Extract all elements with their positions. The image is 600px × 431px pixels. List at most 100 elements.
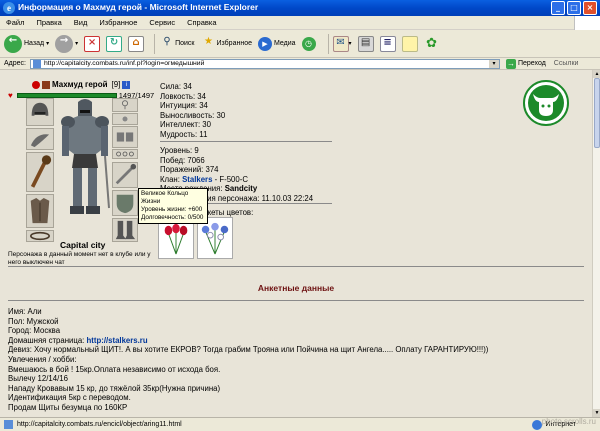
messenger-button[interactable]: ✿: [424, 36, 440, 52]
back-label: Назад: [24, 40, 45, 47]
weapon-slot[interactable]: [26, 152, 54, 192]
knight-figure: [61, 99, 110, 214]
menu-favorites[interactable]: Избранное: [99, 18, 137, 27]
home-button[interactable]: ⌂: [128, 35, 145, 52]
toolbar: ← Назад ▾ → ▾ × ↻ ⌂ ⚲ Поиск ★ Избранное …: [0, 30, 600, 58]
amulet-slot[interactable]: [112, 113, 138, 125]
window-title: Информация о Махмуд герой - Microsoft In…: [18, 2, 259, 12]
ring-slots[interactable]: [112, 149, 138, 159]
profile-hobby-line: Нападу Кровавым 15 кр, до тяжёлой 35кр(Н…: [8, 383, 221, 393]
menu-edit[interactable]: Правка: [36, 18, 61, 27]
go-button[interactable]: → Переход: [505, 58, 546, 69]
scroll-up-icon[interactable]: ▲: [593, 70, 600, 78]
clan-label: Клан:: [160, 174, 183, 184]
stats-list: Сила: 34 Ловкость: 34 Интуиция: 34 Вынос…: [160, 82, 225, 139]
belt-slot[interactable]: [26, 230, 54, 242]
discuss-button[interactable]: [401, 35, 418, 52]
toolbar-separator: [154, 33, 156, 54]
earring-slot[interactable]: [112, 98, 138, 112]
bouquet-flowers-icon: [201, 222, 229, 255]
bracer-slot[interactable]: [26, 128, 54, 150]
alignment-emblem-icon: [523, 80, 569, 126]
menu-file[interactable]: Файл: [6, 18, 24, 27]
online-status-note: Персонажа в данный момент нет в клубе ил…: [8, 251, 151, 266]
vertical-scrollbar[interactable]: ▲ ▼: [592, 70, 600, 417]
helmet-slot[interactable]: [26, 98, 54, 126]
favorites-button[interactable]: ★ Избранное: [201, 36, 252, 52]
character-name: Махмуд герой: [52, 80, 108, 89]
address-input[interactable]: http://capitalcity.combats.ru/inf.pl?log…: [29, 58, 500, 69]
scroll-down-icon[interactable]: ▼: [593, 409, 600, 417]
earring-icon: [122, 100, 128, 110]
tooltip-item-name: Великое Кольцо Жизни: [141, 190, 189, 205]
clan-icon[interactable]: [42, 80, 50, 89]
gloves-slot[interactable]: [112, 126, 138, 148]
stat-endurance: Выносливость: 30: [160, 110, 226, 120]
clan-link[interactable]: Stalkers: [182, 175, 212, 184]
print-button[interactable]: ▤: [357, 35, 374, 52]
forward-button[interactable]: → ▾: [55, 34, 79, 53]
menu-help[interactable]: Справка: [187, 18, 216, 27]
address-url: http://capitalcity.combats.ru/inf.pl?log…: [43, 60, 205, 67]
maximize-button[interactable]: □: [567, 1, 581, 15]
gloves-icon: [116, 132, 134, 142]
history-button[interactable]: ◷: [301, 36, 318, 51]
info-level: Уровень: 9: [160, 146, 199, 155]
windows-flag-icon: [574, 16, 600, 30]
menu-tools[interactable]: Сервис: [149, 18, 175, 27]
minimize-button[interactable]: _: [551, 1, 565, 15]
heart-icon: ♥: [8, 91, 13, 100]
amulet-icon: [122, 116, 128, 122]
birthplace-value: Sandcity: [224, 184, 258, 193]
homepage-label: Домашняя страница:: [8, 335, 87, 345]
watermark: photo.scrolls.ru: [541, 417, 596, 426]
menu-view[interactable]: Вид: [74, 18, 88, 27]
stat-intellect: Интеллект: 30: [160, 120, 211, 129]
links-button[interactable]: Ссылки: [554, 60, 579, 67]
search-icon: ⚲: [163, 35, 171, 47]
go-arrow-icon: →: [505, 58, 516, 69]
stop-button[interactable]: ×: [84, 35, 101, 52]
mail-button[interactable]: ✉ ▾: [332, 35, 352, 52]
page-content: Махмуд герой [9] i ♥ 1497/1497 Capital c…: [0, 70, 592, 417]
star-icon: ★: [204, 35, 213, 47]
page-icon: [32, 59, 41, 68]
armor-slot[interactable]: [26, 194, 54, 228]
info-icon[interactable]: i: [122, 80, 131, 89]
go-label: Переход: [517, 60, 546, 67]
chevron-down-icon: ▾: [348, 41, 352, 47]
equipment-panel: [26, 98, 142, 244]
search-button[interactable]: ⚲ Поиск: [159, 36, 194, 52]
offhand-slot[interactable]: [112, 162, 138, 188]
chevron-down-icon: ▾: [75, 41, 79, 47]
info-clan: Клан: Stalkers - F-500-C: [160, 175, 313, 185]
edit-button[interactable]: ≡: [379, 35, 396, 52]
chevron-down-icon[interactable]: ▾: [488, 59, 499, 68]
profile-hobby-header: Увлечения / хобби:: [8, 354, 77, 364]
window-controls: _ □ ×: [551, 1, 597, 15]
printer-icon: ▤: [357, 35, 374, 52]
messenger-icon: ✿: [426, 35, 437, 51]
profile-gender: Пол: Мужской: [8, 316, 59, 326]
back-button[interactable]: ← Назад ▾: [4, 34, 49, 53]
boots-slot[interactable]: [112, 218, 138, 242]
close-button[interactable]: ×: [583, 1, 597, 15]
profile-hobby-line: Продам Щиты безумца по 160КР: [8, 402, 128, 412]
address-label: Адрес:: [4, 60, 26, 67]
forward-arrow-icon: →: [55, 34, 74, 53]
profile-motto: Девиз: Хочу нормальный ЩИТ!. А вы хотите…: [8, 345, 489, 355]
media-button[interactable]: ▶ Медиа: [257, 36, 296, 51]
bouquet-tulips-icon: [164, 223, 188, 255]
homepage-link[interactable]: http://stalkers.ru: [87, 336, 148, 345]
discuss-icon: [401, 35, 418, 52]
refresh-button[interactable]: ↻: [106, 35, 123, 52]
helmet-icon: [31, 102, 49, 116]
info-wins: Побед: 7066: [160, 155, 205, 165]
armor-icon: [30, 198, 50, 224]
scrollbar-thumb[interactable]: [594, 78, 600, 148]
character-header: Махмуд герой [9] i: [32, 80, 132, 89]
favorites-label: Избранное: [216, 40, 252, 47]
shield-slot[interactable]: [112, 190, 138, 216]
edit-page-icon: ≡: [379, 35, 396, 52]
address-bar: Адрес: http://capitalcity.combats.ru/inf…: [0, 58, 600, 70]
